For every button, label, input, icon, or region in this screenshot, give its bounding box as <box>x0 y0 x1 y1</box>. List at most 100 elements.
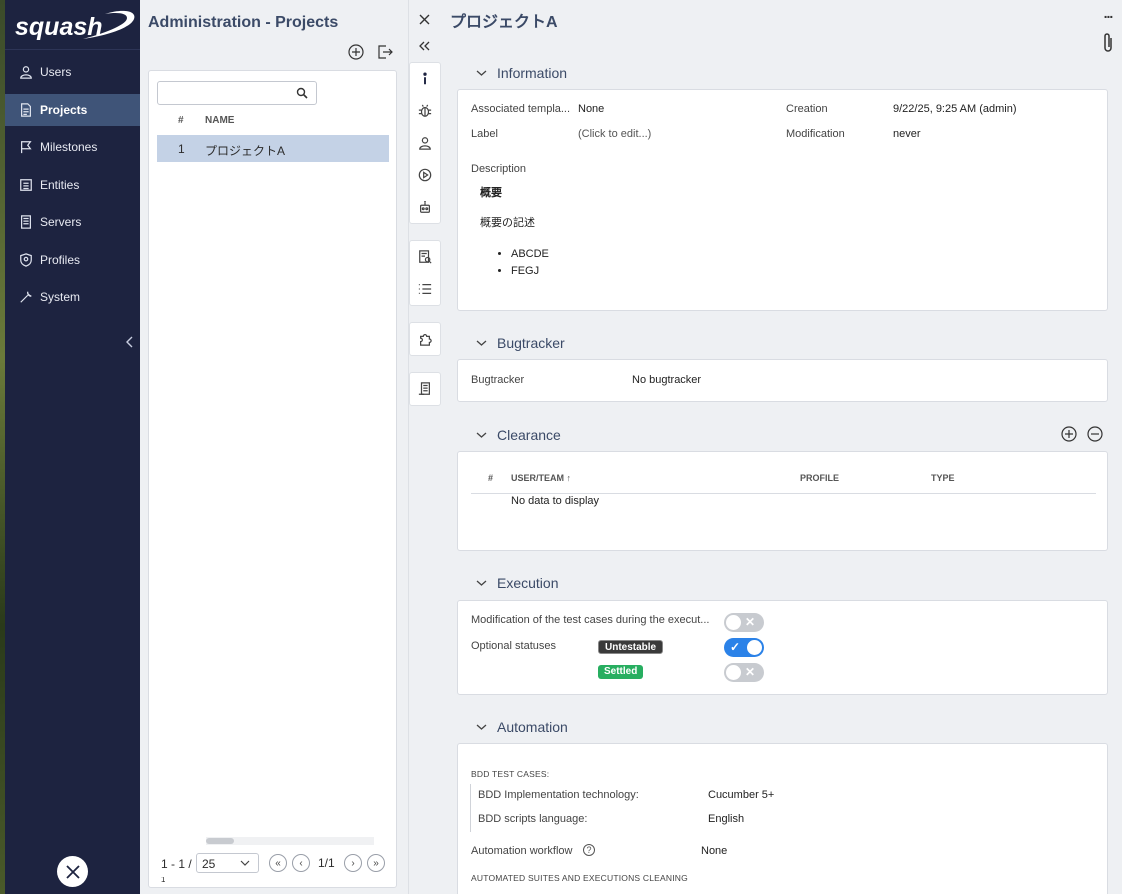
column-profile: PROFILE <box>800 473 840 483</box>
rail-plugins-button[interactable] <box>410 323 440 355</box>
description-content[interactable]: 概要 概要の記述 ABCDE FEGJ <box>480 184 549 282</box>
next-page-button[interactable]: › <box>344 854 362 872</box>
bdd-language-select[interactable]: English <box>708 813 744 825</box>
rail-list-button[interactable] <box>410 273 440 305</box>
double-chevron-right-icon: » <box>373 857 379 869</box>
info-icon <box>423 72 427 85</box>
clearance-section-toggle[interactable]: Clearance <box>476 427 561 443</box>
user-icon <box>18 65 33 80</box>
double-chevron-left-icon <box>418 41 429 51</box>
section-title: Automation <box>497 719 568 735</box>
chevron-down-icon <box>240 860 250 866</box>
associated-template-label: Associated templa... <box>471 103 571 115</box>
last-page-button[interactable]: » <box>367 854 385 872</box>
sidebar-item-users[interactable]: Users <box>5 56 140 88</box>
rail-reports-button[interactable] <box>410 241 440 273</box>
automation-workflow-label: Automation workflow <box>471 845 573 857</box>
help-icon[interactable]: ? <box>583 844 595 856</box>
previous-page-button[interactable]: ‹ <box>292 854 310 872</box>
automation-section-toggle[interactable]: Automation <box>476 719 568 735</box>
robot-icon <box>420 201 430 213</box>
sidebar-item-label: Milestones <box>40 140 98 154</box>
attachments-button[interactable] <box>1100 32 1116 54</box>
modification-during-execution-toggle[interactable]: ✕ <box>724 613 764 632</box>
modification-during-execution-label: Modification of the test cases during th… <box>471 614 710 626</box>
close-admin-button[interactable] <box>57 856 88 887</box>
squash-logo: squash <box>15 10 135 41</box>
toggle-knob <box>726 615 741 630</box>
description-text: 概要の記述 <box>480 217 535 229</box>
horizontal-scrollbar[interactable] <box>206 837 374 845</box>
project-title: プロジェクトA <box>450 14 558 31</box>
rail-execution-button[interactable] <box>410 159 440 191</box>
close-detail-button[interactable] <box>416 11 432 27</box>
list-box-icon <box>18 177 33 192</box>
header-divider <box>471 493 1096 494</box>
list-item: FEGJ <box>511 265 549 277</box>
automation-card: BDD TEST CASES: BDD Implementation techn… <box>457 743 1108 894</box>
bugtracker-section-toggle[interactable]: Bugtracker <box>476 335 565 351</box>
information-section-toggle[interactable]: Information <box>476 65 567 81</box>
chevron-down-icon <box>476 579 487 587</box>
page-size-select[interactable]: 25 <box>196 853 259 873</box>
sidebar-item-servers[interactable]: Servers <box>5 206 140 238</box>
first-page-button[interactable]: « <box>269 854 287 872</box>
section-title: Information <box>497 65 568 81</box>
rail-automation-button[interactable] <box>410 191 440 223</box>
status-badge: Untestable <box>598 640 664 654</box>
column-index: # <box>488 473 494 483</box>
collapse-detail-button[interactable] <box>416 38 432 54</box>
sidebar-item-profiles[interactable]: Profiles <box>5 244 140 276</box>
more-options-button[interactable]: ... <box>1100 6 1116 24</box>
column-type: TYPE <box>931 473 955 483</box>
section-title: Execution <box>497 575 559 591</box>
add-clearance-button[interactable] <box>1061 426 1077 442</box>
collapse-sidebar-button[interactable] <box>123 334 137 350</box>
add-circle-icon <box>1061 426 1077 442</box>
column-index[interactable]: # <box>178 115 184 126</box>
bugtracker-select[interactable]: No bugtracker <box>632 374 701 386</box>
add-project-button[interactable] <box>348 44 364 60</box>
clearance-card: # USER/TEAM ↑ PROFILE TYPE No data to di… <box>457 451 1108 551</box>
settled-status-toggle[interactable]: ✕ <box>724 663 764 682</box>
chevron-down-icon <box>476 339 487 347</box>
label-edit-field[interactable]: (Click to edit...) <box>578 128 651 140</box>
column-name[interactable]: NAME <box>205 115 234 126</box>
rail-bugtracker-button[interactable] <box>410 95 440 127</box>
page-count: 1/1 <box>318 856 335 870</box>
toggle-knob <box>726 665 741 680</box>
row-index: 1 <box>178 142 185 156</box>
sidebar: squash Users Projects Milestones Entitie… <box>5 0 140 894</box>
search-field[interactable] <box>157 81 317 105</box>
search-input[interactable] <box>158 82 288 104</box>
sidebar-item-entities[interactable]: Entities <box>5 169 140 201</box>
description-heading: 概要 <box>480 187 502 199</box>
cross-icon: ✕ <box>745 665 756 679</box>
rail-milestone-button[interactable] <box>410 373 440 405</box>
column-user-team[interactable]: USER/TEAM ↑ <box>511 473 571 483</box>
remove-clearance-button[interactable] <box>1087 426 1103 442</box>
bdd-technology-label: BDD Implementation technology: <box>478 789 639 801</box>
export-icon <box>378 45 393 59</box>
rail-clearance-button[interactable] <box>410 127 440 159</box>
add-circle-icon <box>348 44 364 60</box>
sidebar-item-projects[interactable]: Projects <box>5 93 140 126</box>
label-label: Label <box>471 128 498 140</box>
bdd-technology-select[interactable]: Cucumber 5+ <box>708 789 774 801</box>
sidebar-nav: Users Projects Milestones Entities Serve… <box>5 56 140 313</box>
chevron-right-icon: › <box>351 857 355 869</box>
execution-section-toggle[interactable]: Execution <box>476 575 558 591</box>
table-row[interactable]: 1 プロジェクトA <box>157 135 389 162</box>
sidebar-item-milestones[interactable]: Milestones <box>5 131 140 163</box>
untestable-status-toggle[interactable]: ✓ <box>724 638 764 657</box>
rail-information-button[interactable] <box>410 63 440 95</box>
sidebar-item-label: Users <box>40 65 72 79</box>
scrollbar-thumb[interactable] <box>206 838 234 844</box>
column-user-team-label: USER/TEAM <box>511 473 565 483</box>
chevron-down-icon <box>476 723 487 731</box>
pagination-total: 1 <box>161 877 166 883</box>
automation-workflow-select[interactable]: None <box>701 845 727 857</box>
sidebar-item-label: Servers <box>40 215 82 229</box>
sidebar-item-system[interactable]: System <box>5 281 140 313</box>
export-button[interactable] <box>377 44 393 60</box>
